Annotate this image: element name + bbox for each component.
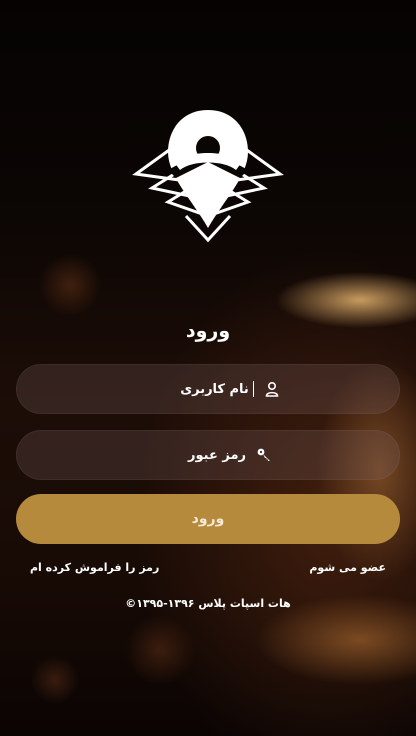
- login-screen: ورود نام کاربری رمز عبور ورود رمز را فرا…: [0, 0, 416, 736]
- username-placeholder: نام کاربری: [180, 381, 249, 397]
- user-icon: [265, 381, 279, 397]
- password-placeholder: رمز عبور: [188, 447, 246, 463]
- copyright-text: ©۱۳۹۵-۱۳۹۶ هات اسپات پلاس: [125, 597, 291, 610]
- register-link[interactable]: عضو می شوم: [309, 561, 386, 574]
- password-field[interactable]: رمز عبور: [16, 430, 400, 480]
- text-cursor: [252, 381, 254, 397]
- location-pin-wifi-icon: [132, 110, 284, 243]
- username-field[interactable]: نام کاربری: [16, 364, 400, 414]
- page-title: ورود: [185, 320, 231, 342]
- key-icon: [257, 448, 270, 461]
- forgot-password-link[interactable]: رمز را فراموش کرده ام: [30, 561, 159, 574]
- login-button[interactable]: ورود: [16, 494, 400, 544]
